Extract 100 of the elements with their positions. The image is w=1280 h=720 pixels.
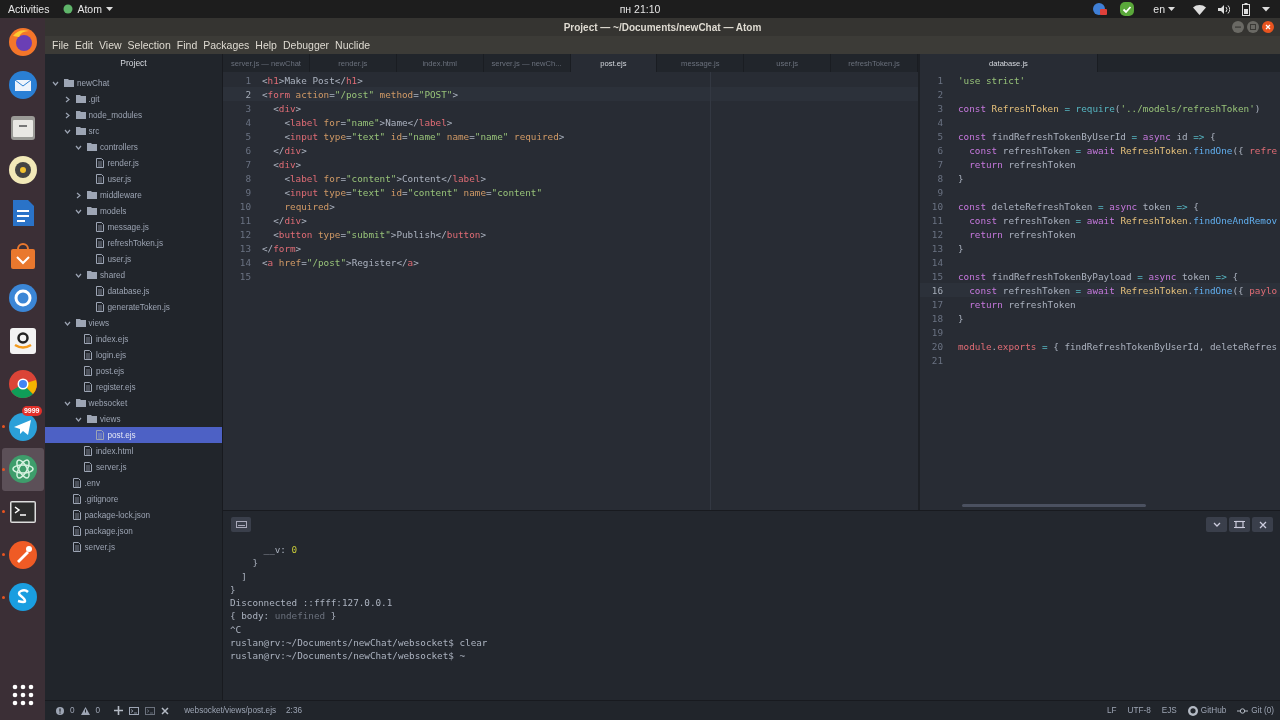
line-number: 4 <box>244 116 251 128</box>
tree-item[interactable]: message.js <box>45 219 222 235</box>
tree-item[interactable]: refreshToken.js <box>45 235 222 251</box>
encoding[interactable]: UTF-8 <box>1127 706 1151 715</box>
tree-item[interactable]: server.js <box>45 539 222 555</box>
folder-icon <box>87 271 97 279</box>
chevron-icon[interactable] <box>63 319 71 327</box>
chevron-icon[interactable] <box>52 79 59 87</box>
tree-item[interactable]: middleware <box>45 187 222 203</box>
menu-item[interactable]: Nuclide <box>332 39 374 51</box>
close-icon[interactable] <box>161 706 170 715</box>
tree-item[interactable]: generateToken.js <box>45 299 222 315</box>
keyboard-button[interactable] <box>231 517 251 532</box>
menu-item[interactable]: View <box>96 39 125 51</box>
mail-icon[interactable] <box>6 69 39 102</box>
commit-icon <box>1237 707 1249 714</box>
volume-icon[interactable] <box>1218 3 1230 15</box>
panel-header[interactable]: Project <box>45 54 222 72</box>
tree-item[interactable]: src <box>45 123 222 139</box>
language-menu[interactable]: en <box>1153 3 1175 15</box>
battery-icon[interactable] <box>1242 2 1250 16</box>
tree-item[interactable]: index.html <box>45 443 222 459</box>
check-icon[interactable] <box>1119 1 1136 17</box>
line-number: 15 <box>930 270 943 282</box>
tree-item[interactable]: post.ejs <box>45 427 222 443</box>
tree-item[interactable]: register.ejs <box>45 379 222 395</box>
tree-item[interactable]: views <box>45 411 222 427</box>
tree-item[interactable]: controllers <box>45 139 222 155</box>
tree-item[interactable]: newChat <box>45 75 222 91</box>
tree-item[interactable]: database.js <box>45 283 222 299</box>
cursor-position[interactable]: 2:36 <box>286 706 302 715</box>
system-menu-caret-icon[interactable] <box>1262 6 1270 12</box>
code-line: <label for="content">Content</label> <box>283 172 486 184</box>
tree-item[interactable]: login.ejs <box>45 347 222 363</box>
tree-item[interactable]: .git <box>45 91 222 107</box>
tree-item[interactable]: package-lock.json <box>45 507 222 523</box>
menu-item[interactable]: Find <box>173 39 201 51</box>
collapse-button[interactable] <box>1206 517 1227 532</box>
chevron-icon[interactable] <box>63 111 71 119</box>
tree-item[interactable]: websocket <box>45 395 222 411</box>
error-icon[interactable] <box>56 706 64 715</box>
line-ending[interactable]: LF <box>1106 706 1117 715</box>
activities-button[interactable]: Activities <box>8 3 50 15</box>
maximize-button[interactable] <box>1229 517 1250 532</box>
line-number: 10 <box>930 200 943 212</box>
tree-item[interactable]: .env <box>45 475 222 491</box>
tree-item[interactable]: user.js <box>45 171 222 187</box>
chevron-icon[interactable] <box>63 399 71 407</box>
warning-count[interactable]: 0 <box>95 706 101 715</box>
terminal-line: ] <box>240 569 248 583</box>
tree-item[interactable]: server.js <box>45 459 222 475</box>
git-button[interactable]: Git (0) <box>1237 706 1274 715</box>
tree-item[interactable]: .gitignore <box>45 491 222 507</box>
add-icon[interactable] <box>114 706 124 715</box>
code-line: <input type="text" id="name" name="name" required> <box>283 130 565 142</box>
close-button[interactable] <box>1262 21 1274 33</box>
code-line: <label for="name">Name</label> <box>283 116 453 128</box>
dock-item[interactable] <box>1 447 44 491</box>
menu-item[interactable]: Help <box>252 39 280 51</box>
code-line: <a href="/post">Register</a> <box>262 256 419 268</box>
error-count[interactable]: 0 <box>70 706 75 715</box>
browser-icon[interactable] <box>6 367 39 400</box>
tree-item[interactable]: node_modules <box>45 107 222 123</box>
menu-item[interactable]: Packages <box>200 39 253 51</box>
warning-icon[interactable] <box>80 706 90 715</box>
menu-item[interactable]: Edit <box>71 39 96 51</box>
chevron-icon[interactable] <box>75 207 82 215</box>
line-number: 19 <box>930 326 943 338</box>
tree-item[interactable]: models <box>45 203 222 219</box>
file-path[interactable]: websocket/views/post.ejs <box>184 706 277 715</box>
menu-item[interactable]: Selection <box>124 39 174 51</box>
tree-item[interactable]: render.js <box>45 155 222 171</box>
tree-item[interactable]: shared <box>45 267 222 283</box>
terminal-icon[interactable] <box>129 706 140 715</box>
file-icon <box>84 446 92 456</box>
github-button[interactable]: GitHub <box>1187 705 1227 716</box>
chevron-icon[interactable] <box>75 143 82 151</box>
grammar[interactable]: EJS <box>1161 706 1177 715</box>
app-menu[interactable]: Atom <box>63 3 113 15</box>
tree-item[interactable]: views <box>45 315 222 331</box>
tree-item[interactable]: package.json <box>45 523 222 539</box>
menu-item[interactable]: Debugger <box>279 39 333 51</box>
chevron-icon[interactable] <box>63 127 71 135</box>
chevron-icon[interactable] <box>63 95 71 103</box>
notification-icon[interactable] <box>1093 2 1108 16</box>
scrollbar[interactable] <box>962 504 1146 507</box>
close-button[interactable] <box>1252 517 1273 532</box>
file-icon <box>84 462 92 472</box>
chevron-icon[interactable] <box>75 271 82 279</box>
chevron-icon[interactable] <box>75 415 82 423</box>
menu-item[interactable]: File <box>49 39 72 51</box>
tree-item[interactable]: post.ejs <box>45 363 222 379</box>
chevron-icon[interactable] <box>75 191 82 199</box>
tree-item[interactable]: index.ejs <box>45 331 222 347</box>
atom-icon[interactable] <box>6 453 39 486</box>
file-icon <box>72 542 81 552</box>
keyboard-icon <box>235 521 247 528</box>
clock[interactable]: пн 21:10 <box>619 3 661 15</box>
wifi-icon[interactable] <box>1193 3 1206 15</box>
tree-item[interactable]: user.js <box>45 251 222 267</box>
